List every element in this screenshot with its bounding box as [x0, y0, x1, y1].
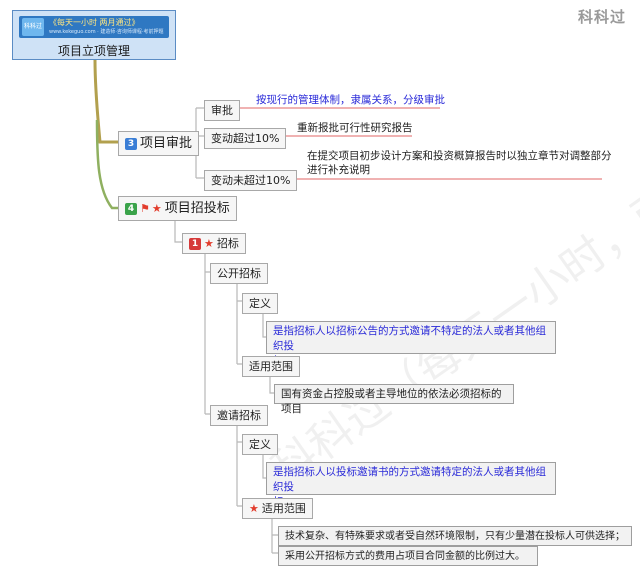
brand-subtitle: www.kekeguo.com · 建造师·咨询师课程·考前押题 [49, 29, 164, 35]
node-label: 定义 [249, 297, 271, 310]
node-open-definition[interactable]: 定义 [242, 293, 278, 314]
branch2-connector [174, 218, 182, 243]
brand-logo: 科科过 [22, 18, 44, 36]
node-change-under-10[interactable]: 变动未超过10% [204, 170, 298, 191]
star-icon: ★ [151, 202, 162, 215]
text-line: 标。 [273, 495, 549, 510]
open-definition-text: 是指招标人以招标公告的方式邀请不特定的法人或者其他组织投 标。 [266, 321, 556, 367]
text-line: 是指招标人以招标公告的方式邀请不特定的法人或者其他组织投 [273, 325, 546, 352]
node-project-bidding[interactable]: 4 ⚑ ★ 项目招投标 [118, 196, 237, 221]
node-label: 定义 [249, 438, 271, 451]
node-label: 招标 [216, 237, 239, 250]
node-label: 项目招投标 [164, 201, 230, 216]
node-open-tender[interactable]: 公开招标 [210, 263, 268, 284]
trunk-connector [93, 59, 118, 144]
node-invite-definition[interactable]: 定义 [242, 434, 278, 455]
priority-badge: 1 [189, 238, 201, 250]
node-label: 公开招标 [217, 267, 261, 280]
node-project-approval[interactable]: 3 项目审批 [118, 131, 200, 156]
corner-watermark: 科科过 [578, 8, 627, 26]
root-node[interactable]: 科科过 《每天一小时 两月通过》 www.kekeguo.com · 建造师·咨… [12, 10, 176, 60]
flag-icon: ⚑ [140, 202, 150, 215]
text-line: 标。 [273, 354, 549, 369]
node-label: 变动未超过10% [211, 174, 291, 187]
node-label: 审批 [211, 104, 233, 117]
node-label: 适用范围 [249, 360, 293, 373]
node-tender[interactable]: 1 ★ 招标 [182, 233, 246, 254]
root-title: 项目立项管理 [57, 44, 130, 58]
node-approval[interactable]: 审批 [204, 100, 240, 121]
star-icon: ★ [249, 502, 259, 515]
node-invite-scope[interactable]: ★ 适用范围 [242, 498, 313, 519]
star-icon: ★ [204, 237, 214, 250]
priority-badge: 4 [125, 203, 137, 215]
leaf-approval-text: 按现行的管理体制，隶属关系，分级审批 [256, 94, 445, 106]
node-change-over-10[interactable]: 变动超过10% [204, 128, 287, 149]
leaf-change-under-text-1: 在提交项目初步设计方案和投资概算报告时以独立章节对调整部分 [307, 150, 612, 162]
node-label: 变动超过10% [211, 132, 280, 145]
invite-scope-text-1: 技术复杂、有特殊要求或者受自然环境限制，只有少量潜在投标人可供选择； [278, 526, 632, 546]
open-scope-text: 国有资金占控股或者主导地位的依法必须招标的项目 [274, 384, 514, 415]
root-banner-image: 科科过 《每天一小时 两月通过》 www.kekeguo.com · 建造师·咨… [19, 16, 169, 38]
leaf-change-over-text: 重新报批可行性研究报告 [297, 122, 413, 134]
leaf-change-under-text-2: 进行补充说明 [307, 164, 370, 176]
node-label: 项目审批 [140, 136, 193, 151]
node-label: 邀请招标 [217, 409, 261, 422]
brand-slogan: 《每天一小时 两月通过》 [49, 18, 140, 27]
text-line: 是指招标人以投标邀请书的方式邀请特定的法人或者其他组织投 [273, 466, 546, 493]
node-invite-tender[interactable]: 邀请招标 [210, 405, 268, 426]
invite-definition-text: 是指招标人以投标邀请书的方式邀请特定的法人或者其他组织投 标。 [266, 462, 556, 508]
priority-badge: 3 [125, 138, 137, 150]
node-label: 适用范围 [261, 502, 306, 515]
invite-scope-text-2: 采用公开招标方式的费用占项目合同金额的比例过大。 [278, 546, 538, 566]
node-open-scope[interactable]: 适用范围 [242, 356, 300, 377]
